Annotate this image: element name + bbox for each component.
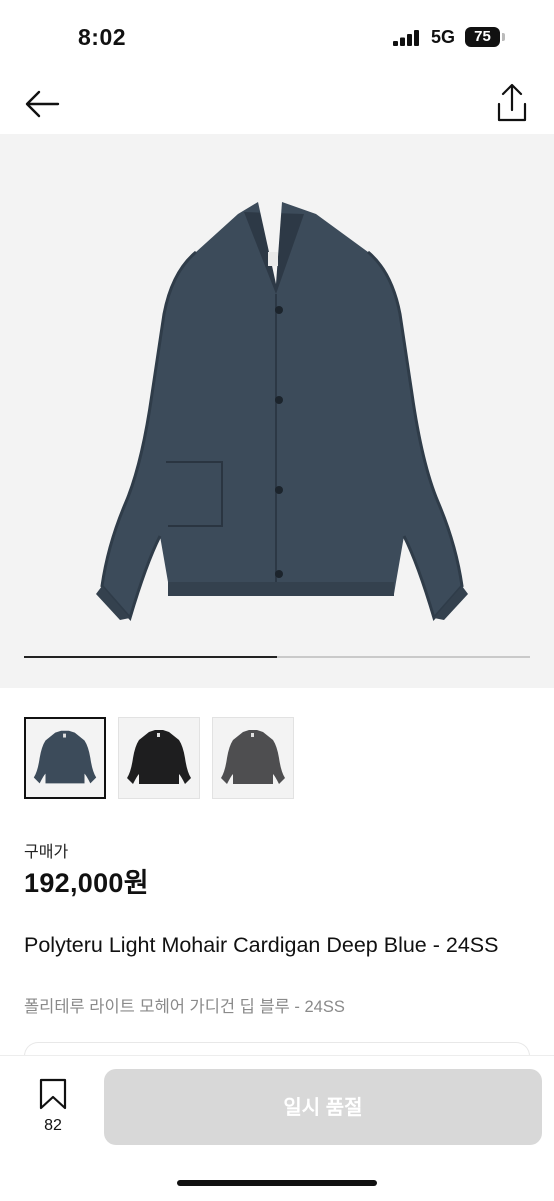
thumbnail-charcoal[interactable] — [212, 717, 294, 799]
battery-level: 75 — [474, 28, 491, 45]
bookmark-icon — [39, 1078, 67, 1110]
price-label: 구매가 — [24, 844, 69, 861]
bottom-action-bar: 82 일시 품절 — [0, 1055, 554, 1201]
thumbnail-black[interactable] — [118, 717, 200, 799]
battery-icon: 75 — [465, 27, 500, 47]
arrow-left-icon[interactable] — [22, 84, 62, 124]
thumbnail-image — [33, 730, 97, 784]
thumbnail-image — [221, 730, 285, 784]
sold-out-button[interactable]: 일시 품절 — [104, 1069, 542, 1145]
battery-cap — [502, 33, 505, 41]
thumbnail-image — [127, 730, 191, 784]
cellular-signal-icon — [393, 30, 419, 46]
status-time: 8:02 — [78, 24, 127, 50]
status-bar: 8:02 5G 75 — [0, 0, 554, 76]
product-image-gallery[interactable] — [0, 134, 554, 688]
bookmark-count: 82 — [44, 1117, 62, 1134]
share-icon[interactable] — [492, 82, 532, 124]
product-subtitle: 폴리테루 라이트 모헤어 가디건 딥 블루 - 24SS — [24, 998, 345, 1016]
price-value: 192,000원 — [24, 868, 149, 898]
gallery-progress-fill — [24, 656, 277, 658]
product-title: Polyteru Light Mohair Cardigan Deep Blue… — [24, 933, 499, 957]
home-indicator — [177, 1180, 377, 1186]
network-type: 5G — [431, 27, 456, 47]
thumbnail-deep-blue[interactable] — [24, 717, 106, 799]
bookmark-button[interactable]: 82 — [30, 1078, 76, 1138]
product-main-image[interactable] — [0, 134, 554, 654]
gallery-progress-track — [24, 656, 530, 658]
top-nav — [0, 76, 554, 134]
